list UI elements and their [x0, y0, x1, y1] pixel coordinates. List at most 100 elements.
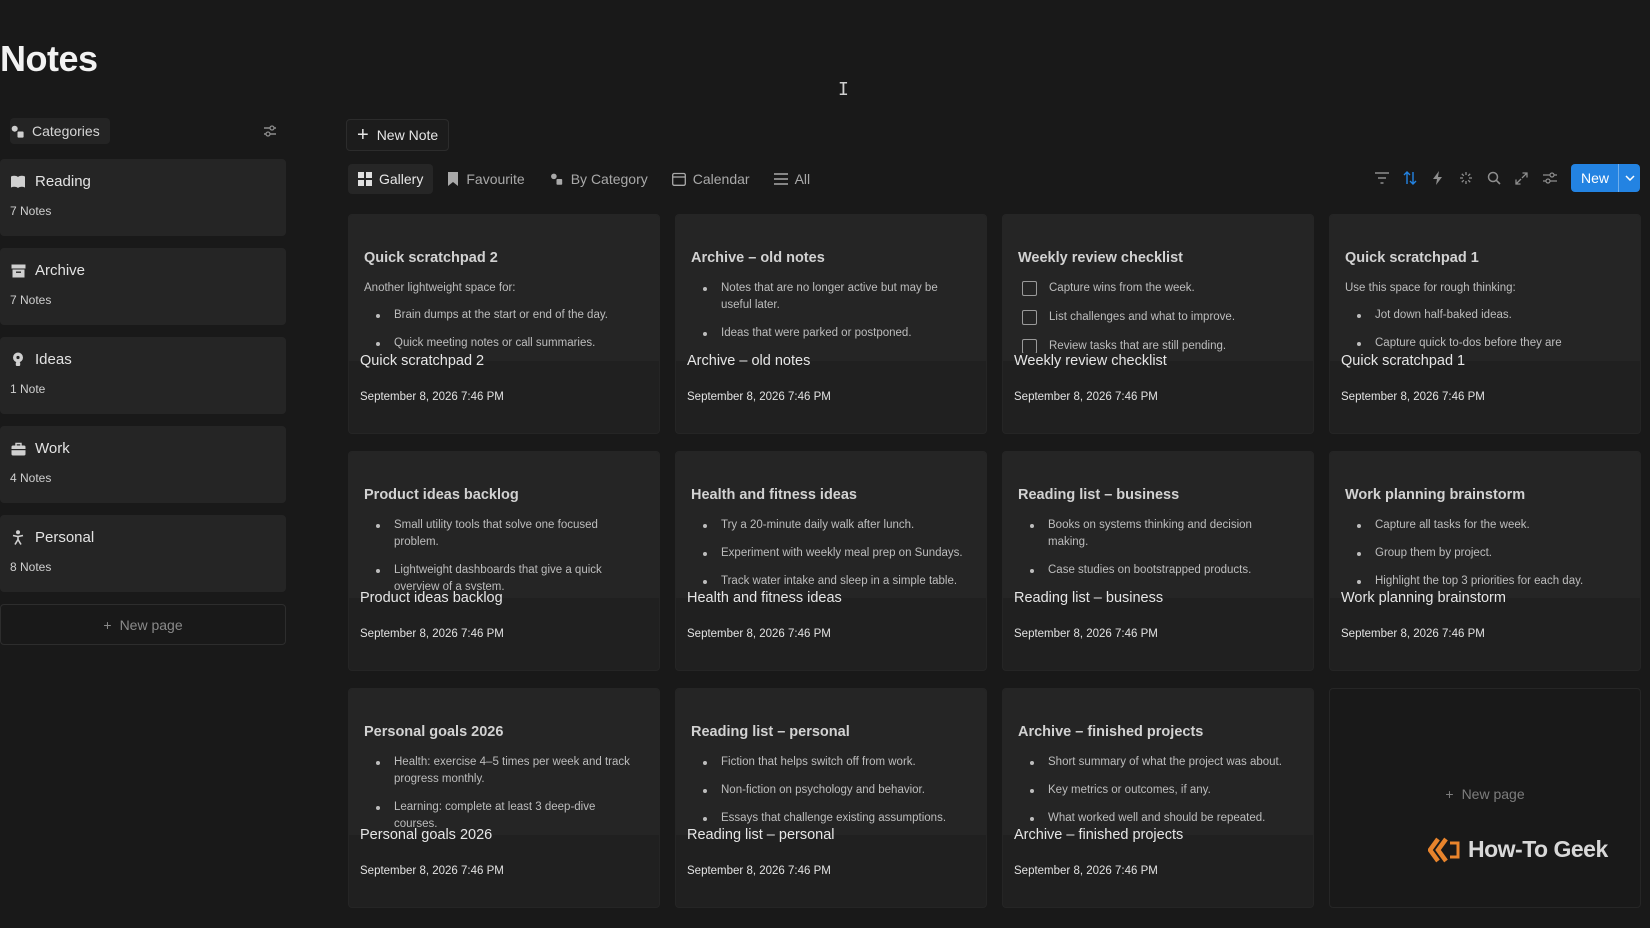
category-count: 7 Notes: [10, 293, 52, 307]
preview-bullets: Books on systems thinking and decision m…: [1018, 517, 1298, 579]
note-meta: Weekly review checklist September 8, 2026…: [1003, 353, 1313, 403]
preview-title: Archive – finished projects: [1018, 724, 1204, 740]
sidebar-item-personal[interactable]: Personal 8 Notes: [0, 515, 286, 592]
checkbox[interactable]: [1022, 281, 1037, 296]
gallery-new-page-button[interactable]: + New page: [1445, 786, 1524, 802]
note-preview: Health and fitness ideas Try a 20-minute …: [676, 452, 986, 598]
sidebar-item-work[interactable]: Work 4 Notes: [0, 426, 286, 503]
note-preview: Product ideas backlog Small utility tools…: [349, 452, 659, 598]
checklist-item: Capture wins from the week.: [1018, 280, 1298, 297]
note-date: September 8, 2026 7:46 PM: [1014, 628, 1158, 640]
preview-body: Try a 20-minute daily walk after lunch. E…: [691, 517, 971, 590]
sidebar-new-page-button[interactable]: + New page: [0, 604, 286, 645]
preview-bullet: Key metrics or outcomes, if any.: [1018, 782, 1298, 799]
note-card[interactable]: Archive – old notes Notes that are no lon…: [675, 214, 987, 434]
preview-body: Fiction that helps switch off from work.…: [691, 754, 971, 827]
note-title: Quick scratchpad 2: [360, 353, 485, 369]
note-card[interactable]: Quick scratchpad 1 Use this space for rou…: [1329, 214, 1641, 434]
note-card[interactable]: Reading list – personal Fiction that help…: [675, 688, 987, 908]
settings-sliders-icon[interactable]: [1541, 169, 1559, 187]
expand-icon[interactable]: [1513, 169, 1531, 187]
preview-body: Small utility tools that solve one focus…: [364, 517, 644, 596]
new-page-label: New page: [119, 616, 183, 633]
new-entry-button[interactable]: New: [1570, 164, 1640, 192]
tab-all[interactable]: All: [764, 164, 821, 194]
categories-tag[interactable]: Categories: [10, 118, 110, 144]
preview-bullet: Small utility tools that solve one focus…: [364, 517, 644, 551]
checkbox[interactable]: [1022, 339, 1037, 354]
preview-body: Capture all tasks for the week. Group the…: [1345, 517, 1625, 590]
note-date: September 8, 2026 7:46 PM: [360, 628, 504, 640]
preview-bullet: Capture quick to-dos before they are: [1345, 335, 1625, 352]
sidebar-item-ideas[interactable]: Ideas 1 Note: [0, 337, 286, 414]
view-tabs: Gallery Favourite By Category Calendar A…: [348, 164, 820, 194]
preview-bullet: Try a 20-minute daily walk after lunch.: [691, 517, 971, 534]
lightning-icon[interactable]: [1429, 169, 1447, 187]
note-card[interactable]: Quick scratchpad 2 Another lightweight sp…: [348, 214, 660, 434]
note-card[interactable]: Work planning brainstorm Capture all task…: [1329, 451, 1641, 671]
note-card[interactable]: Health and fitness ideas Try a 20-minute …: [675, 451, 987, 671]
note-date: September 8, 2026 7:46 PM: [1014, 865, 1158, 877]
preview-title: Product ideas backlog: [364, 487, 519, 503]
category-list: Reading 7 Notes Archive 7 Notes Ideas 1 Note W…: [0, 159, 286, 592]
lightbulb-icon: [10, 352, 26, 368]
preview-bullet: Capture all tasks for the week.: [1345, 517, 1625, 534]
preview-bullet: Group them by project.: [1345, 545, 1625, 562]
category-count: 1 Note: [10, 382, 46, 396]
preview-body: Short summary of what the project was ab…: [1018, 754, 1298, 827]
preview-bullet: Books on systems thinking and decision m…: [1018, 517, 1298, 551]
category-name: Archive: [35, 262, 86, 279]
new-page-label: New page: [1461, 786, 1525, 802]
preview-title: Reading list – personal: [691, 724, 850, 740]
sidebar-item-archive[interactable]: Archive 7 Notes: [0, 248, 286, 325]
filter-icon[interactable]: [1373, 169, 1391, 187]
plus-icon: +: [1445, 786, 1454, 802]
note-title: Archive – old notes: [687, 353, 811, 369]
notes-gallery: Quick scratchpad 2 Another lightweight sp…: [348, 214, 1641, 908]
preview-body: Health: exercise 4–5 times per week and …: [364, 754, 644, 833]
category-name: Reading: [35, 173, 91, 190]
note-preview: Work planning brainstorm Capture all task…: [1330, 452, 1640, 598]
shapes-icon: [549, 172, 564, 186]
preview-body: Notes that are no longer active but may …: [691, 280, 971, 342]
grid-icon: [358, 172, 372, 186]
note-meta: Reading list – business September 8, 2026…: [1003, 590, 1313, 640]
preview-body: Another lightweight space for: Brain dump…: [364, 280, 644, 352]
tab-favourite[interactable]: Favourite: [437, 164, 534, 194]
tab-by-category[interactable]: By Category: [539, 164, 658, 194]
search-icon[interactable]: [1485, 169, 1503, 187]
note-title: Weekly review checklist: [1014, 353, 1167, 369]
note-card[interactable]: Reading list – business Books on systems …: [1002, 451, 1314, 671]
preview-title: Health and fitness ideas: [691, 487, 857, 503]
checkbox[interactable]: [1022, 310, 1037, 325]
note-card[interactable]: Personal goals 2026 Health: exercise 4–5 …: [348, 688, 660, 908]
preview-body: Books on systems thinking and decision m…: [1018, 517, 1298, 579]
note-card[interactable]: Weekly review checklist Capture wins from…: [1002, 214, 1314, 434]
sliders-icon[interactable]: [262, 123, 278, 139]
note-card[interactable]: Product ideas backlog Small utility tools…: [348, 451, 660, 671]
sort-icon[interactable]: [1401, 169, 1419, 187]
tab-gallery[interactable]: Gallery: [348, 164, 434, 194]
note-date: September 8, 2026 7:46 PM: [1341, 628, 1485, 640]
watermark-text: How-To Geek: [1468, 836, 1608, 862]
tab-label: Favourite: [466, 171, 525, 187]
preview-bullet: Health: exercise 4–5 times per week and …: [364, 754, 644, 788]
category-name: Work: [35, 440, 70, 457]
note-date: September 8, 2026 7:46 PM: [687, 865, 831, 877]
tab-calendar[interactable]: Calendar: [662, 164, 760, 194]
note-preview: Reading list – business Books on systems …: [1003, 452, 1313, 598]
bookmark-icon: [447, 172, 459, 186]
sidebar-item-reading[interactable]: Reading 7 Notes: [0, 159, 286, 236]
preview-bullets: Capture all tasks for the week. Group the…: [1345, 517, 1625, 590]
gallery-new-page-card[interactable]: + New page: [1329, 688, 1641, 908]
chevron-down-icon[interactable]: [1618, 164, 1640, 192]
note-meta: Personal goals 2026 September 8, 2026 7:4…: [349, 827, 659, 877]
note-preview: Quick scratchpad 2 Another lightweight sp…: [349, 215, 659, 361]
note-title: Health and fitness ideas: [687, 590, 842, 606]
new-note-button[interactable]: + New Note: [346, 119, 450, 151]
sparkle-icon[interactable]: [1457, 169, 1475, 187]
note-title: Work planning brainstorm: [1341, 590, 1506, 606]
note-card[interactable]: Archive – finished projects Short summary…: [1002, 688, 1314, 908]
preview-bullets: Try a 20-minute daily walk after lunch. E…: [691, 517, 971, 590]
checklist-text: Capture wins from the week.: [1049, 282, 1195, 294]
